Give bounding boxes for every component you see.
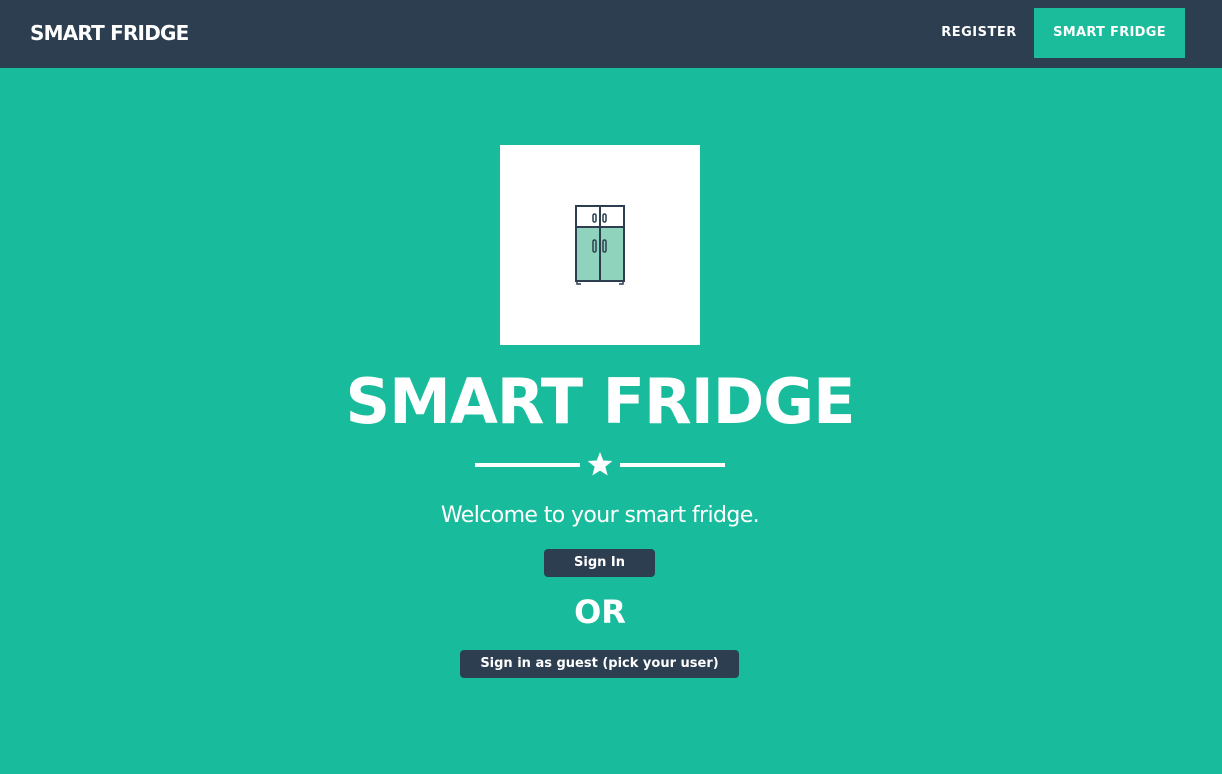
sign-in-button[interactable]: Sign In bbox=[544, 549, 655, 577]
fridge-icon bbox=[575, 205, 625, 285]
divider-line-right bbox=[620, 463, 725, 467]
star-divider bbox=[475, 452, 725, 476]
welcome-text: Welcome to your smart fridge. bbox=[440, 503, 760, 528]
star-icon bbox=[587, 452, 613, 476]
navbar: SMART FRIDGE REGISTER SMART FRIDGE bbox=[0, 0, 1222, 68]
logo-box bbox=[500, 145, 700, 345]
navbar-brand[interactable]: SMART FRIDGE bbox=[30, 20, 189, 46]
divider-line-left bbox=[475, 463, 580, 467]
or-separator: OR bbox=[574, 593, 626, 631]
nav-link-smart-fridge[interactable]: SMART FRIDGE bbox=[1034, 8, 1185, 58]
nav-link-register[interactable]: REGISTER bbox=[928, 8, 1030, 58]
page-title: SMART FRIDGE bbox=[345, 365, 855, 438]
guest-sign-in-button[interactable]: Sign in as guest (pick your user) bbox=[460, 650, 739, 678]
